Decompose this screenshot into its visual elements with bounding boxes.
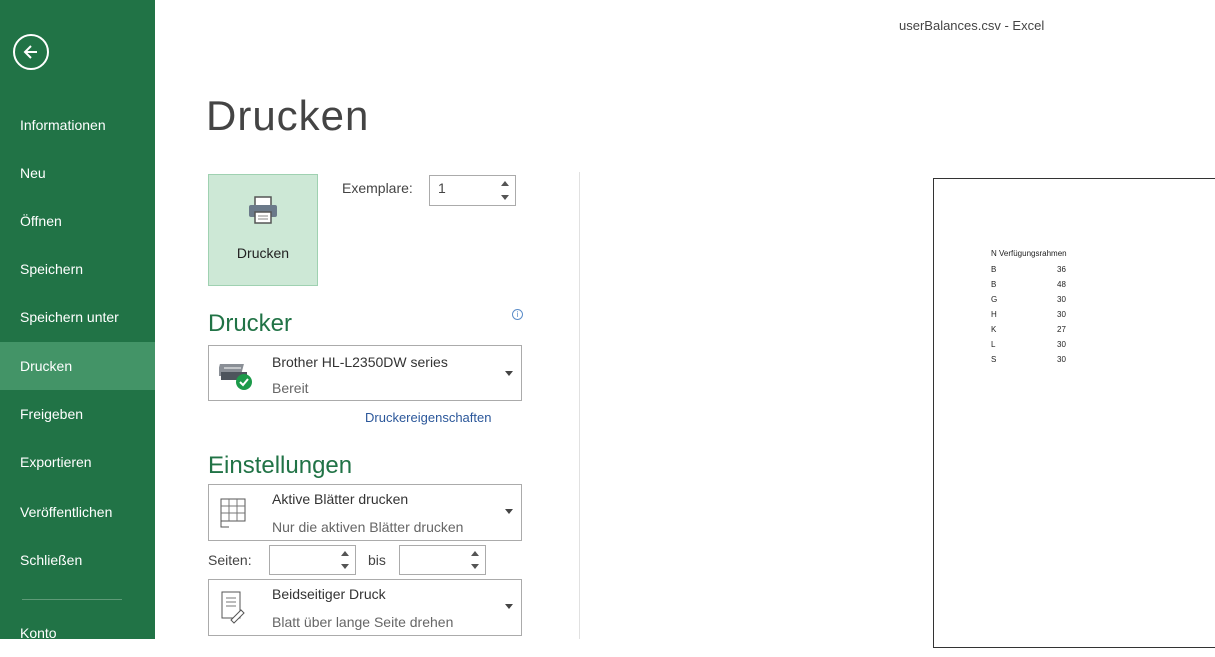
duplex-dropdown[interactable]: Beidseitiger Druck Blatt über lange Seit… — [208, 579, 522, 636]
info-icon[interactable]: i — [512, 309, 523, 320]
spinner-up-icon[interactable] — [341, 551, 349, 556]
duplex-title: Beidseitiger Druck — [272, 586, 386, 602]
print-preview-page: N Verfügungsrahmen B 36 B 48 G 30 H 30 K 27 L… — [933, 178, 1215, 648]
sidebar-item-speichern-unter[interactable]: Speichern unter — [0, 293, 155, 341]
printer-dropdown[interactable]: Brother HL-L2350DW series Bereit — [208, 345, 522, 401]
printer-properties-link[interactable]: Druckereigenschaften — [365, 410, 491, 425]
print-button[interactable]: Drucken — [208, 174, 318, 286]
print-button-label: Drucken — [236, 245, 290, 261]
duplex-desc: Blatt über lange Seite drehen — [272, 614, 454, 630]
printer-heading: Drucker — [208, 310, 293, 337]
sidebar-item-freigeben[interactable]: Freigeben — [0, 390, 155, 438]
print-scope-desc: Nur die aktiven Blätter drucken — [272, 519, 464, 535]
sidebar-item-speichern[interactable]: Speichern — [0, 245, 155, 293]
pages-to-label: bis — [368, 552, 386, 568]
sidebar-item-drucken[interactable]: Drucken — [0, 342, 155, 390]
backstage-sidebar: Informationen Neu Öffnen Speichern Speic… — [0, 0, 155, 641]
chevron-down-icon — [505, 371, 513, 376]
preview-header: N Verfügungsrahmen — [991, 249, 1067, 258]
back-arrow-icon[interactable] — [13, 34, 49, 70]
spinner-up-icon[interactable] — [471, 551, 479, 556]
settings-heading: Einstellungen — [208, 452, 353, 479]
sidebar-item-veroeffentlichen[interactable]: Veröffentlichen — [0, 488, 155, 536]
spinner-down-icon[interactable] — [471, 564, 479, 569]
pages-to-spinner[interactable] — [399, 545, 486, 575]
pages-from-spinner[interactable] — [269, 545, 356, 575]
sidebar-item-informationen[interactable]: Informationen — [0, 101, 155, 149]
chevron-down-icon — [505, 604, 513, 609]
copies-label: Exemplare: — [342, 180, 413, 196]
spinner-down-icon[interactable] — [501, 195, 509, 200]
sheet-grid-icon — [220, 498, 246, 528]
sidebar-divider — [22, 599, 122, 600]
copies-value: 1 — [438, 180, 446, 196]
window-title: userBalances.csv - Excel — [899, 18, 1045, 33]
sidebar-item-exportieren[interactable]: Exportieren — [0, 438, 155, 486]
sidebar-item-schliessen[interactable]: Schließen — [0, 536, 155, 584]
print-scope-title: Aktive Blätter drucken — [272, 491, 409, 507]
printer-icon — [249, 196, 277, 224]
panel-divider — [579, 172, 580, 639]
sidebar-item-neu[interactable]: Neu — [0, 149, 155, 197]
chevron-down-icon — [505, 509, 513, 514]
print-scope-dropdown[interactable]: Aktive Blätter drucken Nur die aktiven B… — [208, 484, 522, 541]
printer-status: Bereit — [272, 380, 309, 396]
pages-label: Seiten: — [208, 552, 252, 568]
sidebar-item-oeffnen[interactable]: Öffnen — [0, 197, 155, 245]
duplex-page-icon — [221, 591, 245, 624]
sidebar-item-konto[interactable]: Konto — [0, 609, 155, 657]
page-title: Drucken — [206, 92, 370, 139]
printer-status-icon — [219, 364, 252, 390]
spinner-up-icon[interactable] — [501, 181, 509, 186]
spinner-down-icon[interactable] — [341, 564, 349, 569]
printer-name: Brother HL-L2350DW series — [272, 354, 448, 370]
copies-spinner[interactable]: 1 — [429, 175, 516, 206]
